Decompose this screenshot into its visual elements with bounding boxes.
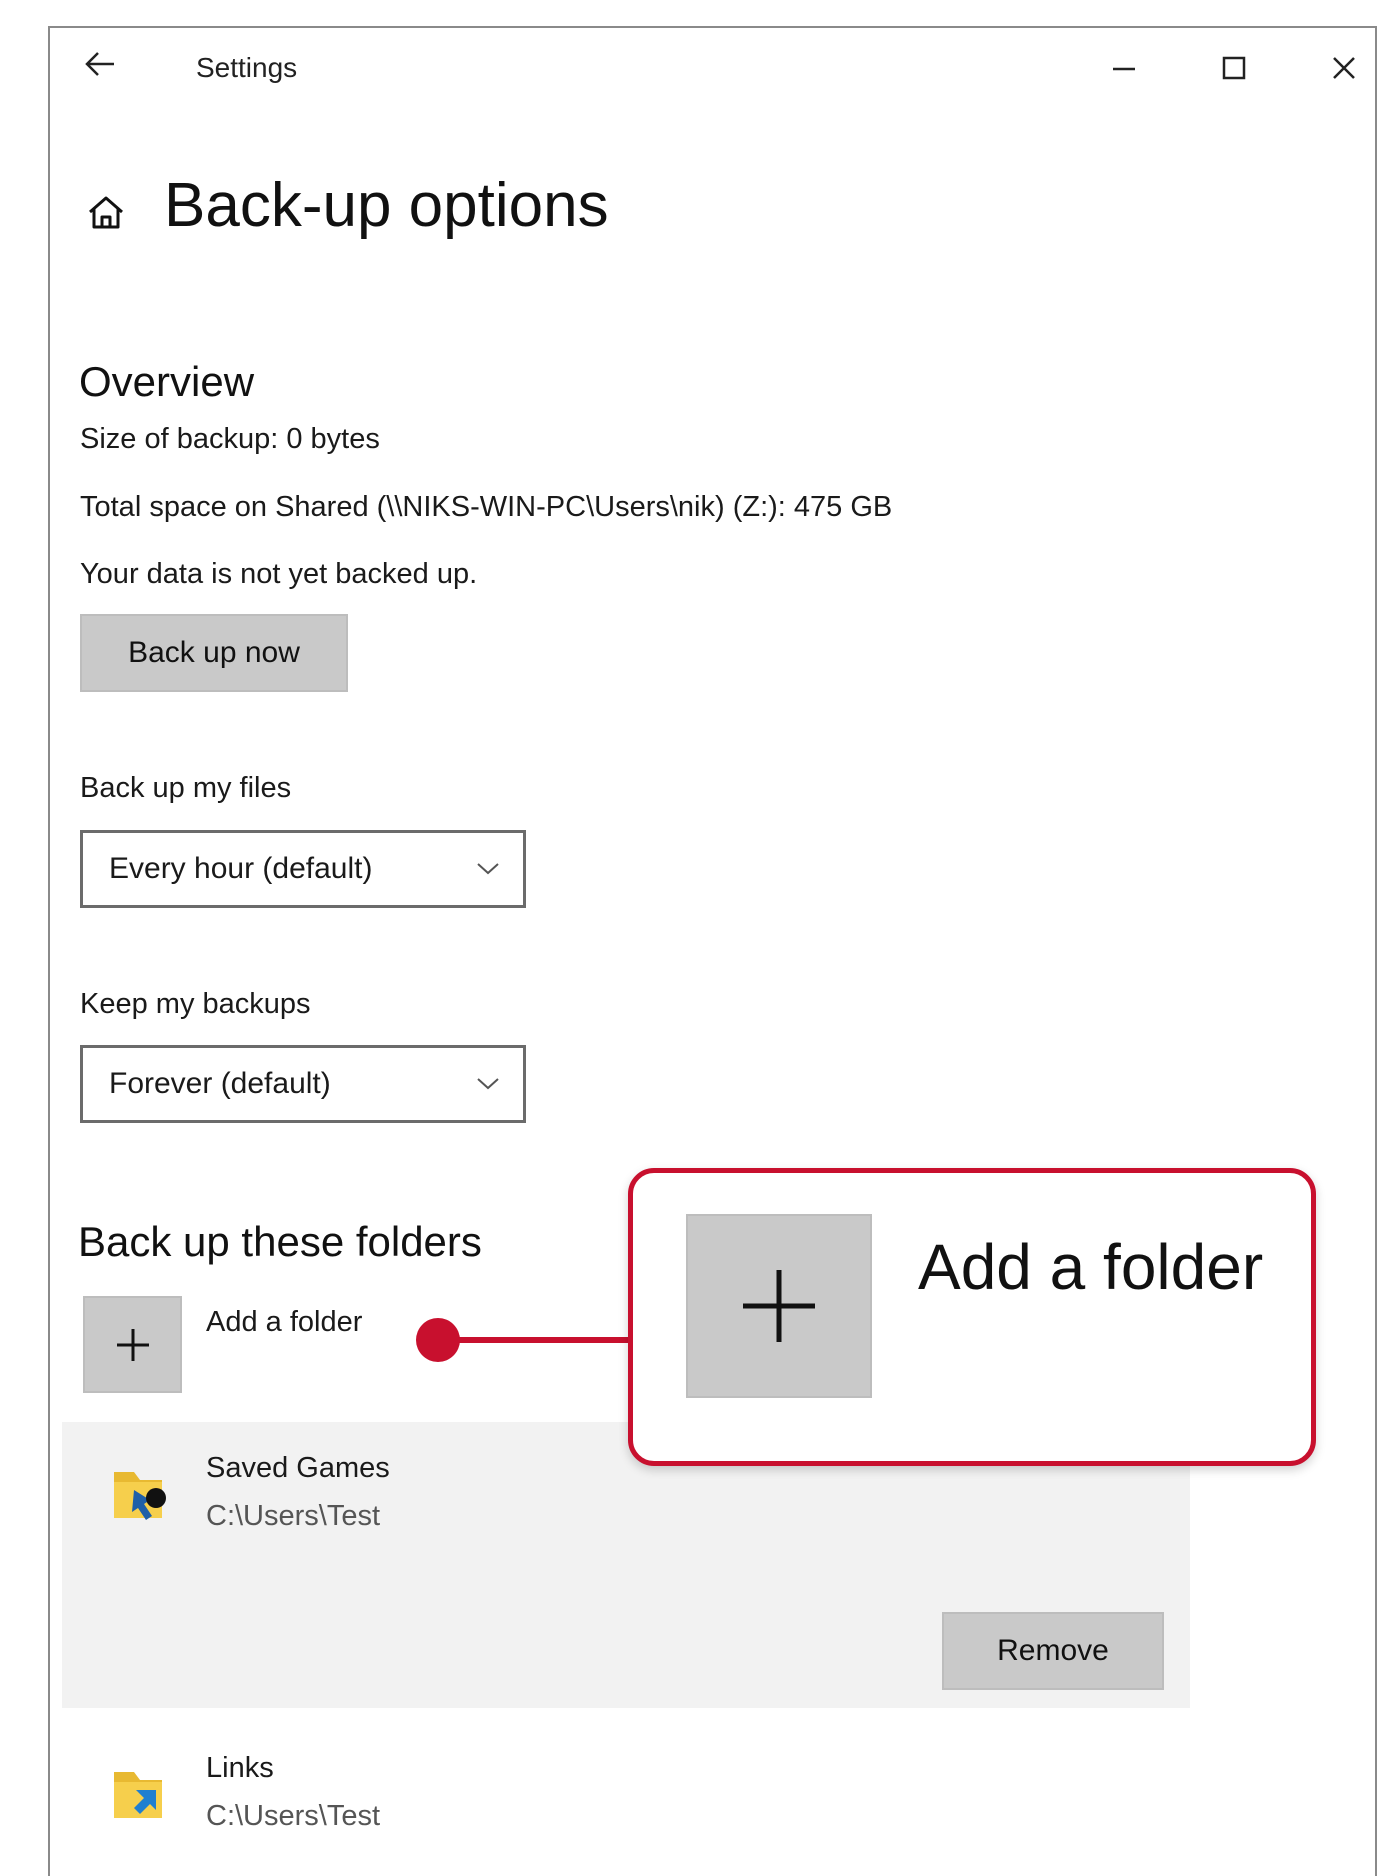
folder-path: C:\Users\Test: [206, 1500, 381, 1532]
retention-label: Keep my backups: [80, 988, 311, 1020]
total-space-text: Total space on Shared (\\NIKS-WIN-PC\Use…: [80, 491, 893, 523]
add-folder-button[interactable]: [83, 1296, 182, 1393]
window-title: Settings: [196, 52, 298, 83]
retention-dropdown[interactable]: Forever (default): [80, 1045, 526, 1123]
plus-icon: [743, 1270, 815, 1342]
backup-status-text: Your data is not yet backed up.: [80, 558, 478, 590]
overview-heading: Overview: [79, 358, 255, 405]
folders-heading: Back up these folders: [78, 1218, 482, 1265]
plus-icon: [116, 1328, 149, 1361]
retention-selected-value: Forever (default): [109, 1067, 331, 1100]
folder-name: Links: [206, 1752, 274, 1784]
frequency-dropdown[interactable]: Every hour (default): [80, 830, 526, 908]
folder-name: Saved Games: [206, 1452, 390, 1484]
callout-label: Add a folder: [918, 1231, 1264, 1303]
frequency-label: Back up my files: [80, 772, 292, 804]
back-arrow-icon[interactable]: [80, 44, 120, 84]
backup-size-text: Size of backup: 0 bytes: [80, 423, 380, 455]
home-icon: [84, 190, 128, 234]
remove-folder-button[interactable]: Remove: [942, 1612, 1164, 1690]
chevron-down-icon: [477, 1078, 499, 1090]
minimize-button[interactable]: [1094, 40, 1154, 96]
add-folder-label[interactable]: Add a folder: [206, 1306, 362, 1339]
maximize-button[interactable]: [1204, 40, 1264, 96]
minimize-icon: [1113, 67, 1135, 71]
folder-path: C:\Users\Test: [206, 1800, 381, 1832]
chevron-down-icon: [477, 863, 499, 875]
callout-add-folder-button: [686, 1214, 872, 1398]
folder-icon: [106, 1760, 172, 1830]
maximize-icon: [1222, 56, 1246, 80]
close-button[interactable]: [1314, 40, 1374, 96]
back-up-now-button[interactable]: Back up now: [80, 614, 348, 692]
close-icon: [1333, 57, 1355, 79]
folder-icon: [106, 1460, 172, 1530]
page-title: Back-up options: [164, 171, 609, 240]
frequency-selected-value: Every hour (default): [109, 852, 373, 885]
callout-connector: [416, 1318, 636, 1362]
